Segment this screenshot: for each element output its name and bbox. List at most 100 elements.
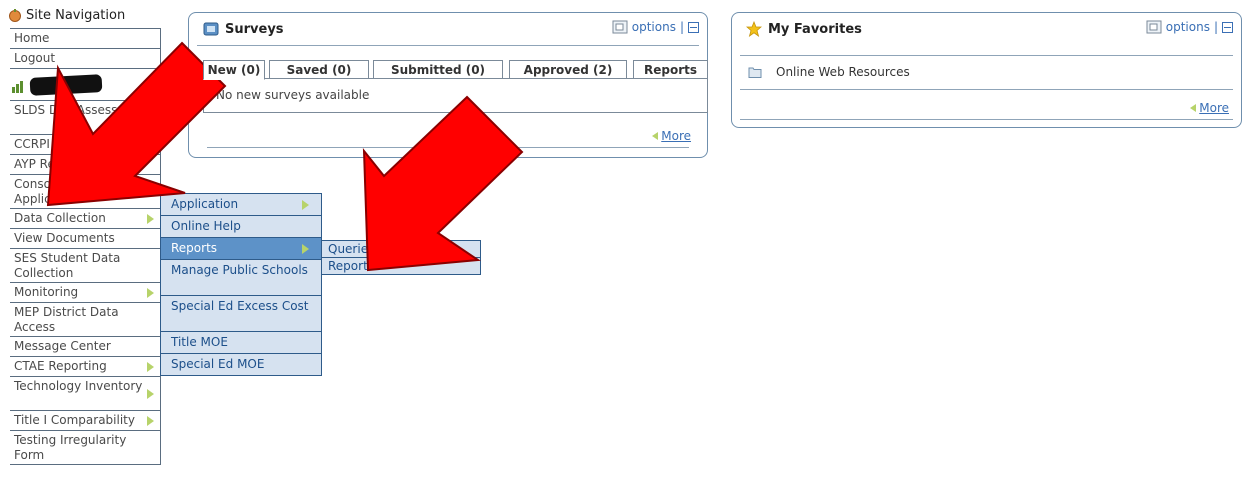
submenu-arrow-icon xyxy=(147,415,154,426)
surveys-tabs: New (0) Saved (0) Submitted (0) Approved… xyxy=(203,60,708,131)
submenu-arrow-icon xyxy=(302,199,309,210)
more-label: More xyxy=(661,129,691,143)
submenu-item-label: Queries xyxy=(328,242,375,256)
surveys-options-link[interactable]: options xyxy=(632,20,676,34)
submenu-item-label: Title MOE xyxy=(171,335,228,349)
submenu-item-special-ed-excess-cost[interactable]: Special Ed Excess Cost xyxy=(161,296,321,332)
sidebar-item-label: Consolidated Application xyxy=(14,177,93,206)
more-label: More xyxy=(1199,101,1229,115)
site-navigation-title: Site Navigation xyxy=(26,7,126,23)
submenu-item-label: Online Help xyxy=(171,219,241,233)
district-selector[interactable] xyxy=(10,69,160,101)
submenu-arrow-icon xyxy=(147,287,154,298)
consolidated-application-submenu: Application Online Help Reports Manage P… xyxy=(160,193,322,376)
site-navigation-header: Site Navigation xyxy=(4,2,164,28)
tab-label: Submitted (0) xyxy=(390,63,486,77)
favorites-panel: My Favorites options | Online Web Resour… xyxy=(731,12,1242,128)
submenu-item-application[interactable]: Application xyxy=(161,194,321,216)
favorites-options: options | xyxy=(1146,19,1233,35)
sidebar-item-consolidated-application[interactable]: Consolidated Application xyxy=(10,175,160,209)
surveys-icon xyxy=(203,22,219,36)
panel-bottom-divider xyxy=(207,147,689,148)
sidebar-item-data-collection[interactable]: Data Collection xyxy=(10,209,160,229)
submenu-item-manage-public-schools[interactable]: Manage Public Schools xyxy=(161,260,321,296)
submenu-item-reports[interactable]: Reports xyxy=(161,238,321,260)
sidebar-item-ccrpi[interactable]: CCRPI xyxy=(10,135,160,155)
sidebar-item-mep-district[interactable]: MEP District Data Access xyxy=(10,303,160,337)
star-icon xyxy=(746,21,762,37)
sidebar-item-ses-student-data[interactable]: SES Student Data Collection xyxy=(10,249,160,283)
tab-submitted[interactable]: Submitted (0) xyxy=(373,60,503,80)
submenu-item-queries[interactable]: Queries xyxy=(322,241,480,258)
sidebar-item-label: CCRPI xyxy=(14,137,50,151)
favorite-item-label: Online Web Resources xyxy=(776,65,910,79)
sidebar-item-slds[interactable]: SLDS Di... Assessm... xyxy=(10,101,160,135)
submenu-item-online-help[interactable]: Online Help xyxy=(161,216,321,238)
sidebar-item-label: AYP Repo... xyxy=(14,157,82,171)
submenu-arrow-icon xyxy=(147,213,154,224)
sidebar-item-title-i-comparability[interactable]: Title I Comparability xyxy=(10,411,160,431)
sidebar-item-label: Message Center xyxy=(14,339,111,353)
sidebar-item-message-center[interactable]: Message Center xyxy=(10,337,160,357)
sidebar-item-technology-inventory[interactable]: Technology Inventory xyxy=(10,377,160,411)
favorites-more-link[interactable]: More xyxy=(1190,101,1229,115)
sidebar-item-label: Monitoring xyxy=(14,285,79,299)
tab-label: Approved (2) xyxy=(523,63,613,77)
panel-bottom-divider xyxy=(740,119,1233,120)
submenu-item-label: Manage Public Schools xyxy=(171,263,308,277)
sidebar-item-ayp-reports[interactable]: AYP Repo... xyxy=(10,155,160,175)
submenu-item-label: Special Ed Excess Cost xyxy=(171,299,309,313)
tab-label: Reports xyxy=(643,63,697,77)
collapse-icon[interactable] xyxy=(688,21,699,33)
submenu-arrow-icon xyxy=(147,186,154,197)
sidebar-item-label: SES Student Data Collection xyxy=(14,251,121,280)
sidebar-item-label: SLDS Di... Assessm... xyxy=(14,103,141,117)
sidebar-item-testing-irregularity[interactable]: Testing Irregularity Form xyxy=(10,431,160,465)
sidebar-nav: Home Logout SLDS Di... Assessm... CCRPI … xyxy=(10,28,161,465)
options-icon[interactable] xyxy=(1146,19,1162,35)
sidebar-item-ctae-reporting[interactable]: CTAE Reporting xyxy=(10,357,160,377)
no-surveys-message: No new surveys available xyxy=(216,88,370,102)
sidebar-item-logout[interactable]: Logout xyxy=(10,49,160,69)
district-bars-icon xyxy=(12,81,23,93)
panel-divider xyxy=(197,45,699,46)
submenu-item-reports-sub[interactable]: Reports xyxy=(322,258,480,274)
sidebar-item-view-documents[interactable]: View Documents xyxy=(10,229,160,249)
redacted-district-name xyxy=(29,74,103,96)
favorites-title-text: My Favorites xyxy=(768,21,862,37)
options-icon[interactable] xyxy=(612,19,628,35)
submenu-arrow-icon xyxy=(147,361,154,372)
tab-label: Saved (0) xyxy=(286,63,352,77)
submenu-item-special-ed-moe[interactable]: Special Ed MOE xyxy=(161,354,321,375)
surveys-title-text: Surveys xyxy=(225,21,284,37)
collapse-icon[interactable] xyxy=(1222,21,1233,33)
submenu-item-label: Special Ed MOE xyxy=(171,357,265,371)
submenu-item-label: Reports xyxy=(171,241,218,255)
submenu-item-label: Reports xyxy=(328,259,375,273)
options-separator: | xyxy=(679,20,684,34)
tab-saved[interactable]: Saved (0) xyxy=(269,60,369,80)
sidebar-item-label: Data Collection xyxy=(14,211,106,225)
favorites-options-link[interactable]: options xyxy=(1166,20,1210,34)
sidebar-item-label: View Documents xyxy=(14,231,115,245)
more-arrow-icon xyxy=(652,132,659,140)
sidebar-item-monitoring[interactable]: Monitoring xyxy=(10,283,160,303)
surveys-more-link[interactable]: More xyxy=(652,129,691,143)
tab-approved[interactable]: Approved (2) xyxy=(509,60,627,80)
sidebar-item-label: Title I Comparability xyxy=(14,413,135,427)
reports-submenu: Queries Reports xyxy=(321,240,481,275)
tab-new[interactable]: New (0) xyxy=(203,60,265,80)
sidebar-item-home[interactable]: Home xyxy=(10,28,160,49)
submenu-arrow-icon xyxy=(302,243,309,254)
favorites-divider xyxy=(740,89,1233,90)
sidebar-item-label: Testing Irregularity Form xyxy=(14,433,127,462)
surveys-title: Surveys xyxy=(203,21,284,37)
submenu-item-title-moe[interactable]: Title MOE xyxy=(161,332,321,354)
sidebar-item-label: Home xyxy=(14,31,50,45)
favorite-item[interactable]: Online Web Resources xyxy=(748,65,910,79)
surveys-options: options | xyxy=(612,19,699,35)
tab-reports[interactable]: Reports xyxy=(633,60,708,80)
panel-divider xyxy=(740,55,1233,56)
sidebar-item-label: Logout xyxy=(14,51,56,65)
folder-icon xyxy=(748,67,762,78)
